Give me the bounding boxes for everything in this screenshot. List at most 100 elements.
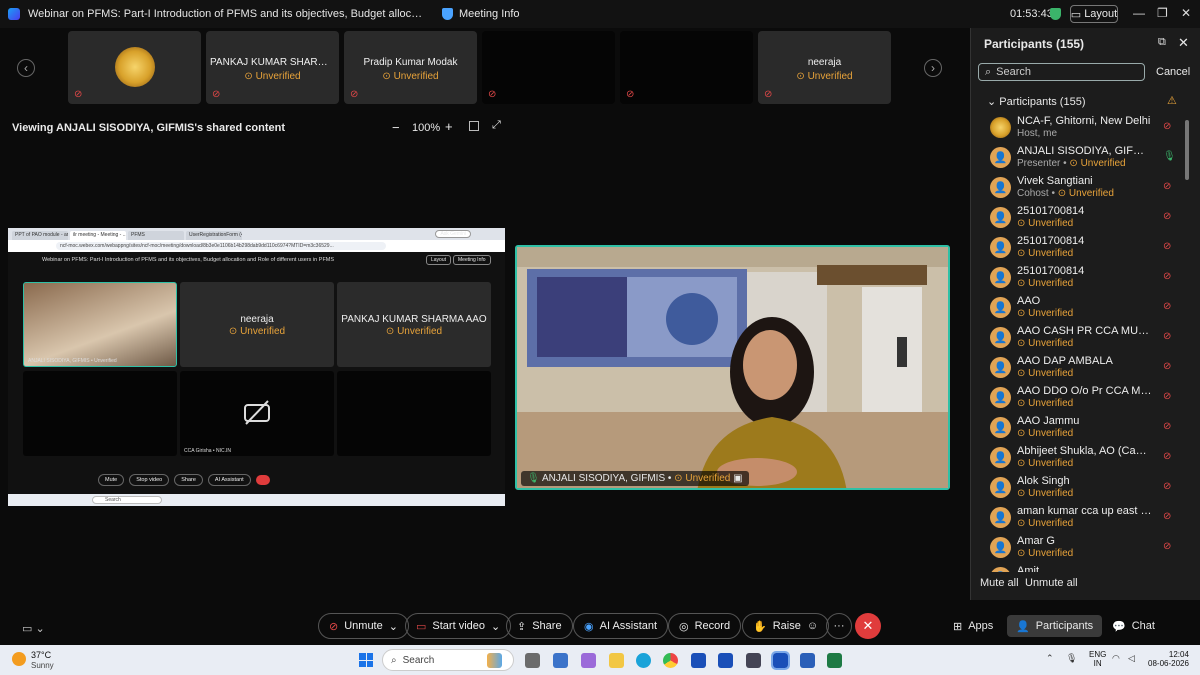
captions-icon[interactable]: ▭ ⌄ [22,622,45,635]
mic-muted-icon[interactable]: ⊘ [1163,301,1171,312]
participant-row[interactable]: 👤 Vivek Sangtiani Cohost • ⊙ Unverified ⊘ [971,172,1193,202]
participant-row[interactable]: 👤 Abhijeet Shukla, AO (Cash), O... ⊙ Unve… [971,442,1193,472]
shield-icon[interactable] [442,8,453,20]
participant-row[interactable]: 👤 Alok Singh ⊙ Unverified ⊘ [971,472,1193,502]
participant-row[interactable]: 👤 ANJALI SISODIYA, GIFMIS Presenter • ⊙ Un… [971,142,1193,172]
video-tile[interactable]: Pradip Kumar Modak ⊙ Unverified ⊘ [344,31,477,104]
video-tile[interactable]: neeraja ⊙ Unverified ⊘ [758,31,891,104]
participant-role: ⊙ Unverified [1017,548,1073,559]
mic-muted-icon[interactable]: ⊘ [1163,331,1171,342]
record-button[interactable]: ◎ Record [668,613,742,639]
mic-muted-icon[interactable]: ⊘ [1163,421,1171,432]
system-clock[interactable]: 12:04 08-06-2026 [1148,650,1189,668]
zoom-in-button[interactable]: + [445,119,453,134]
active-speaker-video[interactable]: 🎙 ANJALI SISODIYA, GIFMIS • ⊙ Unverified… [515,245,950,490]
participant-row[interactable]: 👤 aman kumar cca up east luck... ⊙ Unveri… [971,502,1193,532]
sun-icon[interactable] [12,652,26,666]
close-panel-icon[interactable]: ✕ [1178,35,1189,51]
share-button[interactable]: ⇪ Share [506,613,573,639]
video-tile[interactable]: PANKAJ KUMAR SHARMA A... ⊙ Unverified ⊘ [206,31,339,104]
layout-button[interactable]: ▭ Layout [1070,5,1118,23]
mic-muted-icon[interactable]: ⊘ [1163,361,1171,372]
meeting-timer: 01:53:43 [1010,8,1053,20]
participants-group-toggle[interactable]: ⌄ Participants (155) [987,95,1086,108]
mic-muted-icon[interactable]: ⊘ [1163,121,1171,132]
participant-row[interactable]: 👤 Amar G ⊙ Unverified ⊘ [971,532,1193,562]
participants-button[interactable]: 👤 Participants [1007,615,1103,637]
participant-row[interactable]: 👤 AAO Jammu ⊙ Unverified ⊘ [971,412,1193,442]
raise-hand-button[interactable]: ✋ Raise ☺ [742,613,830,639]
weather-description[interactable]: Sunny [31,661,54,670]
weather-temperature[interactable]: 37°C [31,650,51,660]
volume-icon[interactable]: ◁ [1128,653,1135,664]
chrome-icon[interactable] [663,653,678,668]
task-view-icon[interactable] [525,653,540,668]
expand-icon[interactable]: ⤢ [492,119,501,132]
mic-muted-icon[interactable]: ⊘ [1163,241,1171,252]
participant-row[interactable]: 👤 25101700814 ⊙ Unverified ⊘ [971,202,1193,232]
webex-active-icon[interactable] [771,651,790,670]
chat-button[interactable]: 💬 Chat [1103,615,1164,637]
security-shield-icon[interactable] [1050,8,1061,20]
participant-name: Abhijeet Shukla, AO (Cash), O... [1017,445,1152,457]
unmute-button[interactable]: ⊘ Unmute ⌄ [318,613,409,639]
participants-scrollbar[interactable] [1185,120,1189,180]
video-tile[interactable]: ⊘ [68,31,201,104]
mic-muted-icon[interactable]: ⊘ [1163,391,1171,402]
search-cancel-button[interactable]: Cancel [1156,66,1190,78]
excel-icon[interactable] [827,653,842,668]
mute-all-button[interactable]: Mute all [980,577,1019,589]
wifi-icon[interactable]: ◠ [1112,653,1120,664]
calculator-icon[interactable] [746,653,761,668]
webex-meetings-icon[interactable] [718,653,733,668]
mic-muted-icon[interactable]: ⊘ [1163,451,1171,462]
mic-muted-icon[interactable]: ⊘ [1163,481,1171,492]
video-tile[interactable]: ⊘ [482,31,615,104]
close-button[interactable]: ✕ [1181,6,1191,20]
participant-row[interactable]: NCA-F, Ghitorni, New Delhi Host, me ⊘ [971,112,1193,142]
minimize-button[interactable]: — [1133,6,1145,20]
fit-screen-icon[interactable] [469,121,479,131]
participant-row[interactable]: 👤 25101700814 ⊙ Unverified ⊘ [971,232,1193,262]
mic-muted-icon[interactable]: ⊘ [1163,211,1171,222]
mic-muted-icon[interactable]: ⊘ [1163,271,1171,282]
participant-search-input[interactable]: ⌕ Search [978,63,1145,81]
snipping-tool-icon[interactable] [553,653,568,668]
mic-on-icon[interactable]: 🎙 [1163,151,1176,162]
mic-muted-icon[interactable]: ⊘ [1163,541,1171,552]
more-options-button[interactable]: ··· [826,613,852,639]
ai-assistant-button[interactable]: ◉ AI Assistant [573,613,669,639]
copilot-icon[interactable] [581,653,596,668]
webex-app-icon[interactable] [691,653,706,668]
participant-row[interactable]: 👤 AAO ⊙ Unverified ⊘ [971,292,1193,322]
edge-icon[interactable] [636,653,651,668]
participant-row[interactable]: 👤 25101700814 ⊙ Unverified ⊘ [971,262,1193,292]
participant-row[interactable]: 👤 AAO CASH PR CCA MUMBAI ⊙ Unverified ⊘ [971,322,1193,352]
windows-start-icon[interactable] [359,653,373,667]
word-icon[interactable] [800,653,815,668]
filmstrip-prev-button[interactable]: ‹ [17,59,35,77]
unmute-all-button[interactable]: Unmute all [1025,577,1078,589]
meeting-info-button[interactable]: Meeting Info [459,8,520,20]
mic-muted-icon[interactable]: ⊘ [1163,511,1171,522]
zoom-level: 100% [412,122,441,134]
tray-chevron-icon[interactable]: ⌃ [1046,653,1054,664]
end-call-button[interactable]: ✕ [855,613,881,639]
zoom-out-button[interactable]: − [392,120,400,135]
file-explorer-icon[interactable] [609,653,624,668]
restore-button[interactable]: ❐ [1157,6,1168,20]
participant-row[interactable]: 👤 Amit ⊘ [971,562,1193,572]
apps-button[interactable]: ⊞ Apps [944,615,1002,637]
video-tile[interactable]: ⊘ [620,31,753,104]
mic-muted-icon[interactable]: ⊘ [1163,181,1171,192]
popout-icon[interactable]: ⧉ [1158,36,1166,49]
widgets-icon[interactable] [487,653,502,668]
mic-muted-icon[interactable]: ⊘ [1163,571,1171,572]
language-indicator[interactable]: ENG IN [1089,650,1106,668]
participant-row[interactable]: 👤 AAO DAP AMBALA ⊙ Unverified ⊘ [971,352,1193,382]
start-video-button[interactable]: ▭ Start video ⌄ [405,613,512,639]
participant-row[interactable]: 👤 AAO DDO O/o Pr CCA Mumbai ⊙ Unverified ⊘ [971,382,1193,412]
filmstrip-next-button[interactable]: › [924,59,942,77]
lock-warning-icon[interactable]: ⚠ [1167,94,1177,107]
mic-tray-icon[interactable]: 🎙 [1066,653,1077,664]
